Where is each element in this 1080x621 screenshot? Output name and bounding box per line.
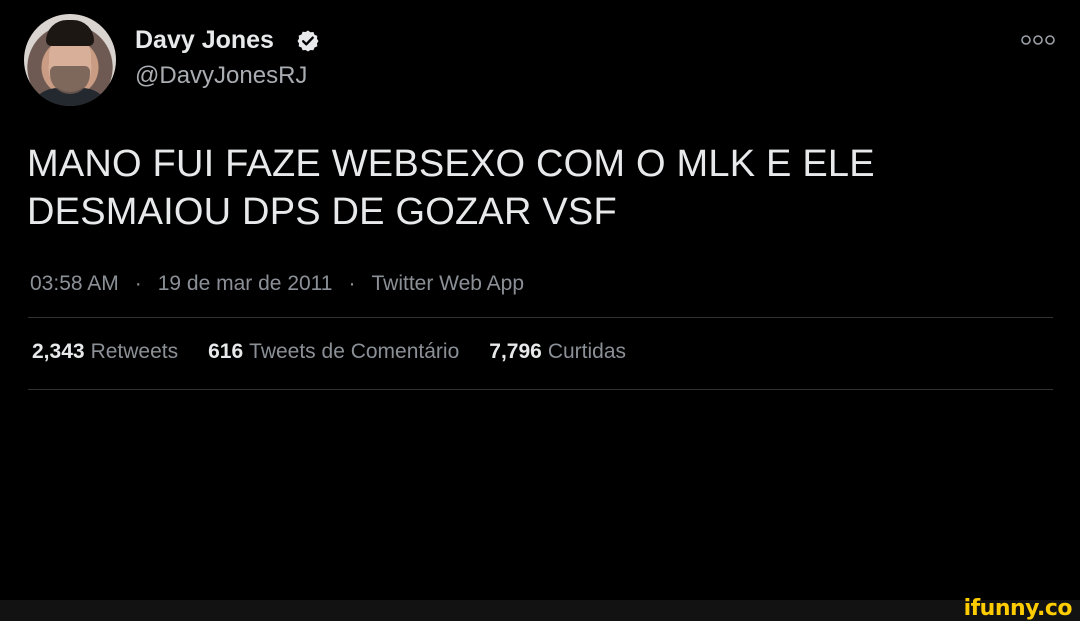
- tweet-source[interactable]: Twitter Web App: [371, 272, 524, 296]
- display-name[interactable]: Davy Jones: [135, 26, 274, 55]
- tweet-time[interactable]: 03:58 AM: [30, 272, 119, 296]
- retweets-count: 2,343: [32, 340, 85, 363]
- watermark-bar: [0, 600, 1080, 621]
- ifunny-watermark: ifunny.co: [963, 596, 1073, 621]
- quotes-stat[interactable]: 616 Tweets de Comentário: [208, 340, 459, 364]
- retweets-label: Retweets: [90, 340, 179, 363]
- tweet-stats: 2,343 Retweets 616 Tweets de Comentário 7,79…: [32, 340, 656, 364]
- divider-bottom: [28, 389, 1053, 390]
- avatar[interactable]: [24, 14, 116, 106]
- more-options-icon[interactable]: [1020, 34, 1056, 46]
- tweet-text: MANO FUI FAZE WEBSEXO COM O MLK E ELE DE…: [27, 143, 875, 233]
- tweet-card: Davy Jones @DavyJonesRJ MANO FUI FAZE WE…: [0, 0, 1080, 600]
- meta-separator: ·: [348, 272, 356, 295]
- verified-badge-icon: [297, 30, 319, 52]
- likes-label: Curtidas: [547, 340, 627, 363]
- quotes-count: 616: [208, 340, 244, 363]
- avatar-hair: [46, 20, 94, 46]
- retweets-stat[interactable]: 2,343 Retweets: [32, 340, 178, 364]
- divider-top: [28, 317, 1053, 318]
- tweet-date[interactable]: 19 de mar de 2011: [158, 272, 333, 296]
- likes-count: 7,796: [489, 340, 542, 363]
- likes-stat[interactable]: 7,796 Curtidas: [489, 340, 626, 364]
- tweet-meta: 03:58 AM · 19 de mar de 2011 · Twitter Web A…: [30, 272, 524, 296]
- meta-separator: ·: [134, 272, 142, 295]
- user-handle[interactable]: @DavyJonesRJ: [135, 62, 307, 90]
- quotes-label: Tweets de Comentário: [249, 340, 460, 363]
